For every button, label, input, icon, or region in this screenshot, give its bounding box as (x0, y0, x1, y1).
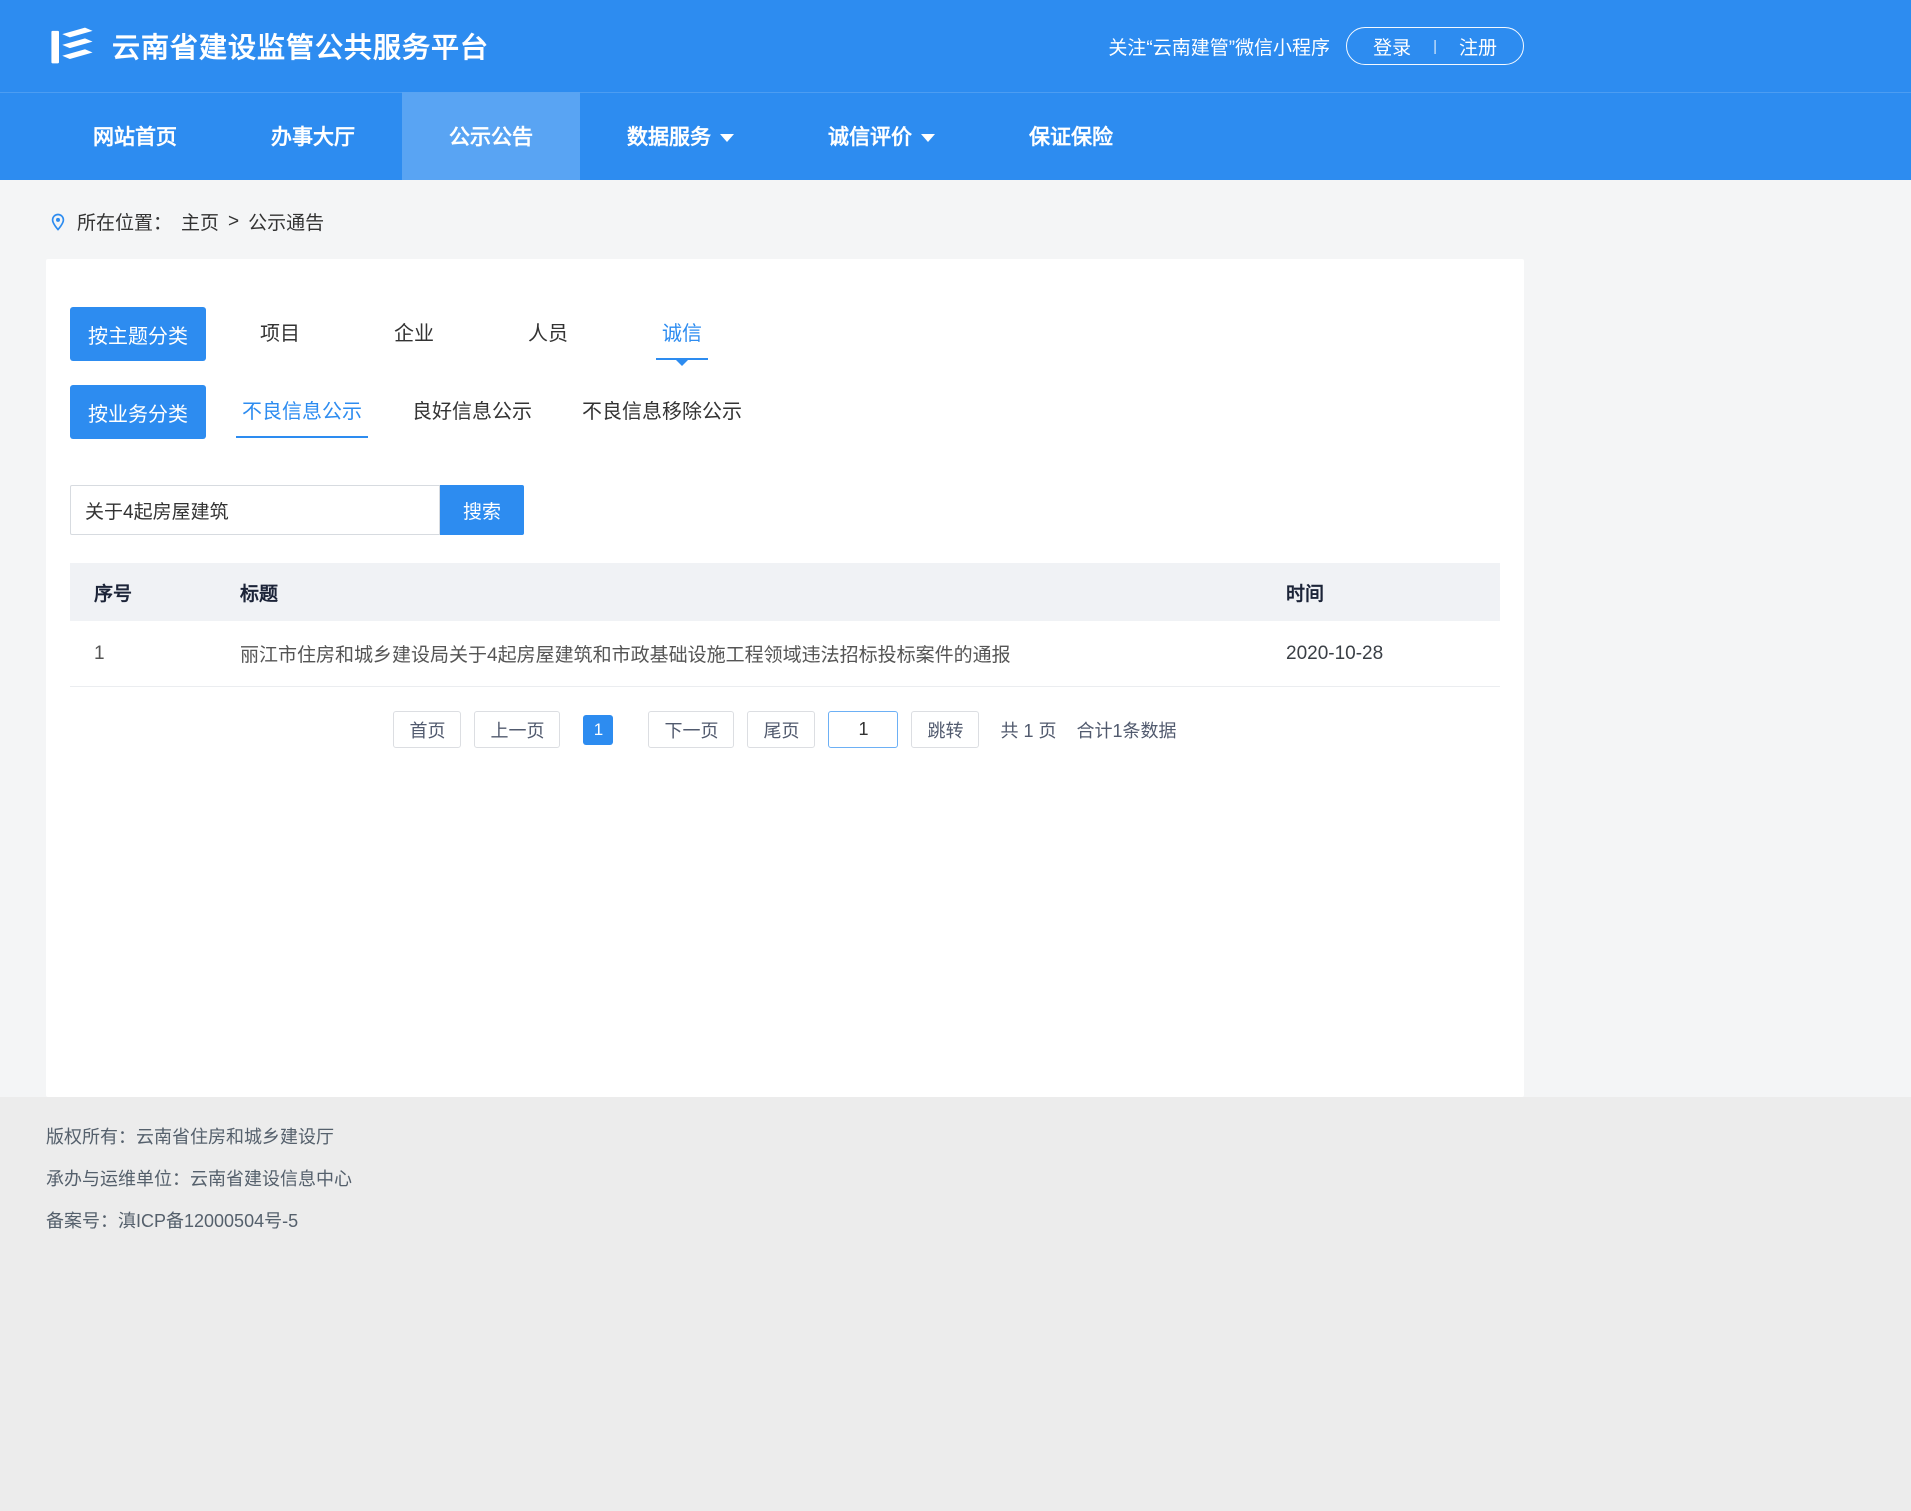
table-header-time: 时间 (1286, 579, 1500, 606)
breadcrumb-current: 公示通告 (248, 208, 324, 235)
theme-tab[interactable]: 诚信 (656, 309, 708, 360)
pagination: 首页 上一页 1 下一页 尾页 跳转 共 1 页 合计1条数据 (70, 711, 1500, 748)
nav-item[interactable]: 公示公告 (402, 92, 580, 180)
nav-item[interactable]: 数据服务 (580, 92, 781, 180)
theme-tab[interactable]: 项目 (254, 309, 306, 360)
content-card: 按主题分类 项目 企业 人员 诚信 按业务分类 不良信息公示良好信息公示不良信息移除公… (46, 259, 1524, 1097)
search-button[interactable]: 搜索 (440, 485, 524, 535)
site-logo[interactable]: 云南省建设监管公共服务平台 (46, 20, 489, 72)
table-header-title: 标题 (240, 579, 1286, 606)
breadcrumb-prefix: 所在位置： (77, 208, 172, 235)
nav-item[interactable]: 诚信评价 (781, 92, 982, 180)
login-button[interactable]: 登录 (1373, 33, 1411, 60)
pagination-total-items: 合计1条数据 (1077, 717, 1177, 743)
theme-filter-row: 按主题分类 项目 企业 人员 诚信 (70, 307, 1500, 361)
wechat-miniprogram-note: 关注“云南建管”微信小程序 (1108, 33, 1330, 60)
login-register-divider: | (1433, 38, 1437, 55)
business-tab[interactable]: 不良信息公示 (236, 387, 368, 438)
pagination-last-button[interactable]: 尾页 (747, 711, 815, 748)
breadcrumb: 所在位置： 主页 > 公示通告 (0, 180, 1911, 235)
top-header: 云南省建设监管公共服务平台 关注“云南建管”微信小程序 登录 | 注册 (0, 0, 1911, 92)
site-title: 云南省建设监管公共服务平台 (112, 26, 489, 66)
pagination-first-button[interactable]: 首页 (393, 711, 461, 748)
row-index: 1 (70, 643, 240, 665)
table-row: 1丽江市住房和城乡建设局关于4起房屋建筑和市政基础设施工程领域违法招标投标案件的… (70, 621, 1500, 687)
business-tab[interactable]: 良好信息公示 (406, 387, 538, 438)
pagination-current-page[interactable]: 1 (583, 715, 613, 745)
chevron-down-icon (720, 134, 734, 142)
footer-line: 备案号：滇ICP备12000504号-5 (46, 1207, 1911, 1233)
nav-list: 网站首页 办事大厅 公示公告 数据服务 诚信评价 保证保险 (46, 92, 1524, 180)
pagination-jump-input[interactable] (828, 711, 898, 748)
page-footer: 版权所有：云南省住房和城乡建设厅承办与运维单位：云南省建设信息中心备案号：滇IC… (0, 1097, 1911, 1511)
search-input[interactable] (70, 485, 440, 535)
site-logo-icon (46, 20, 98, 72)
main-content: 所在位置： 主页 > 公示通告 按主题分类 项目 企业 人员 诚信 按业务分类 不良信… (0, 180, 1911, 1097)
business-filter-row: 按业务分类 不良信息公示良好信息公示不良信息移除公示 (70, 385, 1500, 439)
breadcrumb-home-link[interactable]: 主页 (181, 208, 219, 235)
footer-line: 版权所有：云南省住房和城乡建设厅 (46, 1123, 1911, 1149)
nav-item[interactable]: 网站首页 (46, 92, 224, 180)
pagination-prev-button[interactable]: 上一页 (474, 711, 560, 748)
theme-tab[interactable]: 企业 (388, 309, 440, 360)
register-button[interactable]: 注册 (1459, 33, 1497, 60)
nav-item-label: 保证保险 (1029, 121, 1113, 151)
nav-item-label: 网站首页 (93, 121, 177, 151)
theme-tabs: 项目 企业 人员 诚信 (206, 309, 708, 360)
nav-item-label: 数据服务 (627, 121, 711, 151)
business-tabs: 不良信息公示良好信息公示不良信息移除公示 (206, 387, 748, 438)
nav-item[interactable]: 保证保险 (982, 92, 1160, 180)
nav-item-label: 公示公告 (449, 121, 533, 151)
nav-item-label: 办事大厅 (271, 121, 355, 151)
footer-line: 承办与运维单位：云南省建设信息中心 (46, 1165, 1911, 1191)
pagination-stats: 共 1 页 合计1条数据 (1000, 717, 1176, 743)
theme-tab[interactable]: 人员 (522, 309, 574, 360)
row-title-link[interactable]: 丽江市住房和城乡建设局关于4起房屋建筑和市政基础设施工程领域违法招标投标案件的通… (240, 640, 1286, 667)
table-header-row: 序号 标题 时间 (70, 563, 1500, 621)
results-table: 序号 标题 时间 1丽江市住房和城乡建设局关于4起房屋建筑和市政基础设施工程领域… (70, 563, 1500, 687)
business-tab[interactable]: 不良信息移除公示 (576, 387, 748, 438)
pagination-next-button[interactable]: 下一页 (648, 711, 734, 748)
main-nav: 网站首页 办事大厅 公示公告 数据服务 诚信评价 保证保险 (0, 92, 1911, 180)
location-pin-icon (48, 212, 68, 232)
chevron-down-icon (921, 134, 935, 142)
row-time: 2020-10-28 (1286, 643, 1500, 665)
nav-item[interactable]: 办事大厅 (224, 92, 402, 180)
table-body: 1丽江市住房和城乡建设局关于4起房屋建筑和市政基础设施工程领域违法招标投标案件的… (70, 621, 1500, 687)
theme-category-button[interactable]: 按主题分类 (70, 307, 206, 361)
business-category-button[interactable]: 按业务分类 (70, 385, 206, 439)
pagination-total-pages: 共 1 页 (1000, 717, 1056, 743)
table-header-index: 序号 (70, 579, 240, 606)
nav-item-label: 诚信评价 (828, 121, 912, 151)
breadcrumb-separator: > (228, 211, 239, 233)
header-right: 关注“云南建管”微信小程序 登录 | 注册 (1108, 27, 1524, 65)
pagination-jump-button[interactable]: 跳转 (911, 711, 979, 748)
search-bar: 搜索 (70, 485, 1500, 535)
login-register-pill: 登录 | 注册 (1346, 27, 1524, 65)
